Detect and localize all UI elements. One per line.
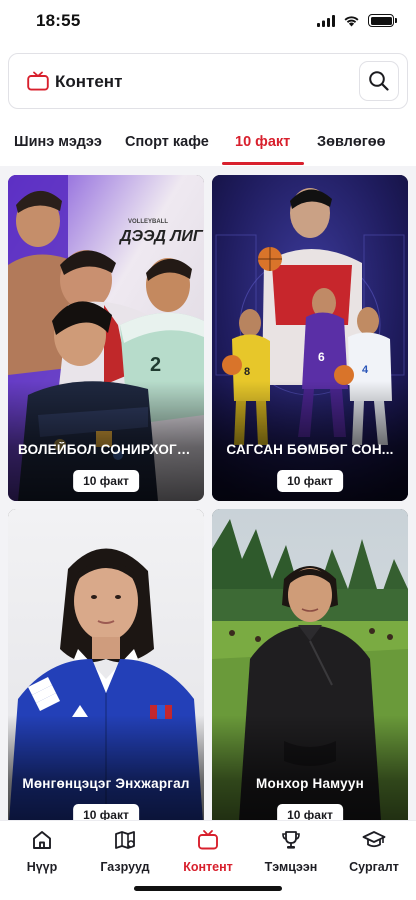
tv-icon: [198, 830, 218, 850]
tab-advice[interactable]: Зөвлөгөө: [317, 134, 386, 150]
fact-card-basketball[interactable]: 6 8 4 САГСАН БӨМБӨГ СОН... 10 факт: [212, 175, 408, 501]
nav-item-content[interactable]: Контент: [168, 829, 248, 874]
graduation-cap-icon: [362, 831, 386, 848]
wifi-icon: [344, 15, 359, 26]
nav-label: Нүүр: [26, 860, 58, 874]
tab-sport-cafe[interactable]: Спорт кафе: [125, 134, 209, 150]
content-tabs: Шинэ мэдээ Спорт кафе 10 факт Зөвлөгөө: [0, 122, 416, 166]
tab-10-facts[interactable]: 10 факт: [235, 134, 290, 150]
fact-card-volleyball[interactable]: VOLLEYBALL ДЭЭД ЛИГ 2 ВОЛЕЙБОЛ СОНИРХОГЧ…: [8, 175, 204, 501]
jersey-number-6: 6: [318, 350, 325, 364]
trophy-icon: [282, 831, 300, 849]
search-icon: [369, 71, 389, 91]
signal-icon: [317, 14, 335, 27]
page-title: Контент: [55, 72, 123, 91]
header-bar: Контент: [8, 53, 408, 109]
nav-item-home[interactable]: Нүүр: [2, 829, 82, 874]
nav-item-competitions[interactable]: Тэмцээн: [251, 829, 331, 874]
nav-label: Сургалт: [349, 860, 399, 874]
nav-label: Контент: [183, 860, 233, 874]
status-time: 18:55: [36, 11, 81, 30]
fact-badge: 10 факт: [73, 804, 139, 820]
fact-badge: 10 факт: [73, 470, 139, 492]
nav-item-places[interactable]: Газрууд: [85, 829, 165, 874]
nav-label: Тэмцээн: [264, 860, 318, 874]
jersey-number-4: 4: [362, 364, 369, 376]
fact-badge: 10 факт: [277, 470, 343, 492]
active-tab-indicator: [222, 162, 304, 165]
jersey-number-8: 8: [244, 366, 250, 378]
home-icon: [33, 831, 51, 849]
card-title: САГСАН БӨМБӨГ СОН...: [226, 442, 394, 457]
fact-card-namuun[interactable]: Монхор Намуун 10 факт: [212, 509, 408, 820]
status-bar: 18:55: [0, 0, 416, 46]
fact-badge: 10 факт: [277, 804, 343, 820]
nav-label: Газрууд: [100, 860, 150, 874]
home-indicator: [134, 886, 282, 891]
status-icons: [317, 14, 397, 27]
nav-item-training[interactable]: Сургалт: [334, 829, 414, 874]
fact-card-mongontsetseg[interactable]: Мөнгөнцэцэг Энхжаргал 10 факт: [8, 509, 204, 820]
card-title: ВОЛЕЙБОЛ СОНИРХОГЧ...: [18, 442, 194, 457]
battery-icon: [368, 14, 397, 27]
map-icon: [115, 831, 135, 849]
poster-small-text: VOLLEYBALL: [128, 219, 168, 225]
card-title: Мөнгөнцэцэг Энхжаргал: [22, 776, 190, 791]
content-grid: VOLLEYBALL ДЭЭД ЛИГ 2 ВОЛЕЙБОЛ СОНИРХОГЧ…: [0, 166, 416, 820]
poster-title-text: ДЭЭД ЛИГ: [118, 228, 204, 245]
jersey-number-2: 2: [150, 354, 161, 376]
tab-news[interactable]: Шинэ мэдээ: [14, 134, 102, 150]
search-button[interactable]: [359, 61, 399, 101]
card-title: Монхор Намуун: [256, 776, 364, 791]
tv-icon: [27, 71, 49, 91]
